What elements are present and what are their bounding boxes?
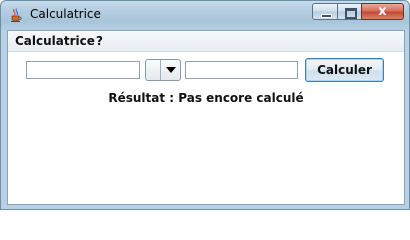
menu-help[interactable]: ? bbox=[93, 33, 106, 49]
right-operand-field[interactable] bbox=[185, 61, 298, 79]
operator-dropdown[interactable] bbox=[145, 59, 181, 81]
result-label: Résultat : Pas encore calculé bbox=[108, 91, 304, 105]
minimize-icon bbox=[321, 14, 332, 18]
app-window: Calculatrice x Calculatrice ? Calculer R… bbox=[0, 0, 410, 210]
close-icon: x bbox=[378, 4, 387, 19]
window-title: Calculatrice bbox=[30, 7, 101, 21]
menu-calculatrice[interactable]: Calculatrice bbox=[12, 33, 98, 49]
menu-bar: Calculatrice ? bbox=[8, 31, 404, 52]
title-bar[interactable]: Calculatrice x bbox=[1, 1, 409, 29]
operator-value bbox=[148, 62, 159, 78]
maximize-icon bbox=[345, 8, 357, 19]
left-operand-field[interactable] bbox=[26, 61, 140, 79]
dropdown-arrow-button[interactable] bbox=[160, 60, 181, 80]
minimize-button[interactable] bbox=[312, 3, 338, 20]
maximize-button[interactable] bbox=[337, 3, 362, 20]
chevron-down-icon bbox=[166, 67, 176, 73]
java-cup-icon bbox=[8, 7, 24, 23]
close-button[interactable]: x bbox=[361, 3, 404, 20]
calculate-button[interactable]: Calculer bbox=[305, 58, 384, 82]
content-pane: Calculatrice ? Calculer Résultat : Pas e… bbox=[7, 30, 405, 205]
